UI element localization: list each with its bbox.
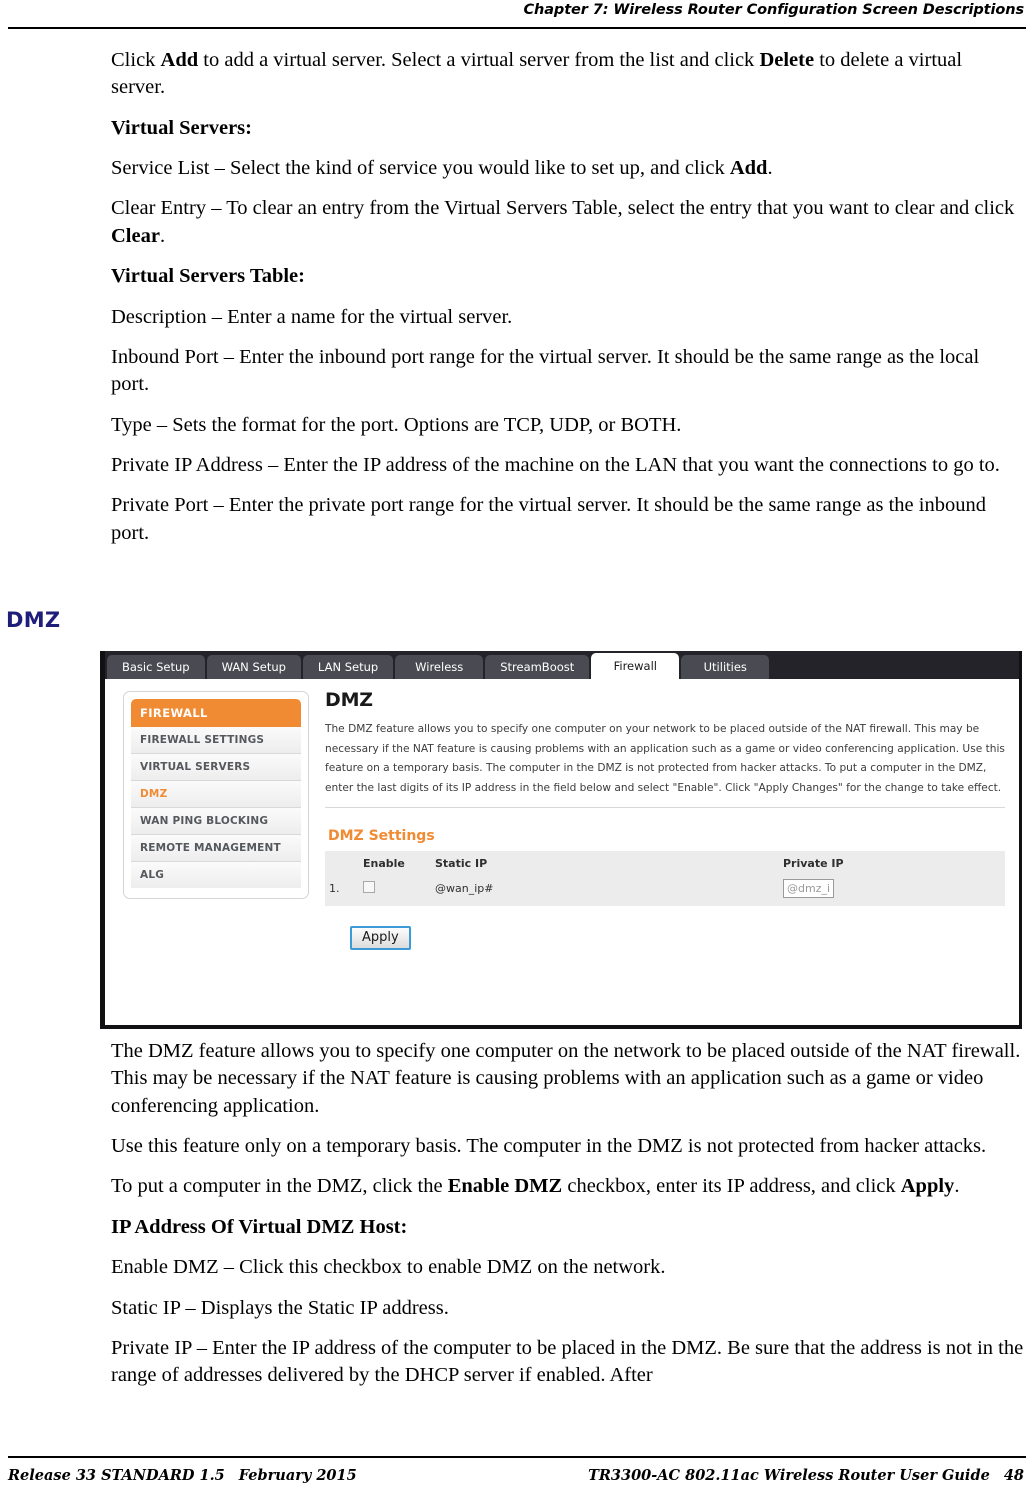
paragraph-type: Type – Sets the format for the port. Opt… bbox=[111, 413, 682, 436]
subheading-virtual-servers: Virtual Servers: bbox=[111, 116, 252, 139]
private-ip-input[interactable]: @dmz_i bbox=[783, 879, 835, 899]
column-header-enable: Enable bbox=[363, 857, 405, 871]
paragraph-private-ip-address: Private IP Address – Enter the IP addres… bbox=[111, 453, 1000, 476]
paragraph-private-port: Private Port – Enter the private port ra… bbox=[111, 494, 986, 544]
text-segment: Clear Entry – To clear an entry from the… bbox=[111, 197, 1015, 220]
chapter-title: Chapter 7: Wireless Router Configuration… bbox=[523, 2, 1024, 18]
enable-checkbox[interactable] bbox=[363, 881, 375, 894]
panel-description: The DMZ feature allows you to specify on… bbox=[325, 720, 1005, 809]
dmz-settings-table: Enable Static IP Private IP 1. @wan_ip# … bbox=[325, 851, 1005, 907]
subheading-virtual-servers-table: Virtual Servers Table: bbox=[111, 265, 305, 288]
footer-date: February 2015 bbox=[238, 1467, 357, 1484]
text-segment: . bbox=[159, 224, 166, 247]
router-main-panel: DMZ The DMZ feature allows you to specif… bbox=[309, 679, 1019, 1025]
page-header: Chapter 7: Wireless Router Configuration… bbox=[0, 0, 1032, 34]
paragraph-inbound-port: Inbound Port – Enter the inbound port ra… bbox=[111, 345, 980, 396]
footer-page-number: 48 bbox=[1003, 1467, 1024, 1484]
page-footer: Release 33 STANDARD 1.5 February 2015 TR3… bbox=[0, 1441, 1032, 1499]
router-tab-bar: Basic Setup WAN Setup LAN Setup Wireless… bbox=[105, 651, 1019, 679]
paragraph-private-ip: Private IP – Enter the IP address of the… bbox=[111, 1336, 1024, 1387]
text-segment: To put a computer in the DMZ, click the bbox=[111, 1175, 448, 1198]
bold-apply: Apply bbox=[900, 1175, 955, 1198]
router-body: FIREWALL FIREWALL SETTINGS VIRTUAL SERVE… bbox=[105, 679, 1019, 1025]
column-header-index bbox=[325, 851, 359, 875]
text-segment: to add a virtual server. Select a virtua… bbox=[198, 49, 760, 71]
paragraph-temporary-basis: Use this feature only on a temporary bas… bbox=[111, 1135, 987, 1158]
text-segment: . bbox=[954, 1175, 960, 1198]
bold-enable-dmz: Enable DMZ bbox=[447, 1175, 563, 1198]
sidebar-item-remote-management[interactable]: REMOTE MANAGEMENT bbox=[131, 835, 301, 862]
footer-right: TR3300-AC 802.11ac Wireless Router User … bbox=[588, 1467, 1024, 1484]
section-heading-dmz: DMZ bbox=[6, 608, 61, 632]
paragraph-click-add: Click Add to add a virtual server. Selec… bbox=[111, 47, 1021, 102]
private-ip-cell: @dmz_i bbox=[779, 875, 1005, 906]
paragraph-enable-dmz: Enable DMZ – Click this checkbox to enab… bbox=[111, 1256, 666, 1279]
column-header-private-ip: Private IP bbox=[783, 857, 844, 871]
panel-title-dmz: DMZ bbox=[325, 689, 373, 711]
tab-streamboost[interactable]: StreamBoost bbox=[485, 655, 590, 679]
router-sidebar: FIREWALL FIREWALL SETTINGS VIRTUAL SERVE… bbox=[123, 691, 309, 899]
apply-button[interactable]: Apply bbox=[350, 926, 411, 951]
sidebar-item-alg[interactable]: ALG bbox=[131, 862, 301, 888]
table-row: 1. @wan_ip# @dmz_i bbox=[325, 875, 1005, 906]
footer-guide-title: TR3300-AC 802.11ac Wireless Router User … bbox=[588, 1467, 990, 1484]
footer-rule bbox=[8, 1456, 1026, 1458]
row-index: 1. bbox=[329, 882, 340, 896]
bold-delete: Delete bbox=[759, 49, 815, 71]
tab-utilities[interactable]: Utilities bbox=[681, 655, 770, 679]
sidebar-item-firewall-settings[interactable]: FIREWALL SETTINGS bbox=[131, 727, 301, 754]
header-rule bbox=[8, 27, 1026, 29]
paragraph-service-list: Service List – Select the kind of servic… bbox=[111, 155, 1021, 182]
tab-wan-setup[interactable]: WAN Setup bbox=[206, 655, 301, 679]
apply-button-wrap: Apply bbox=[350, 926, 1005, 951]
bold-add: Add bbox=[729, 157, 768, 180]
text-segment: Service List – Select the kind of servic… bbox=[111, 157, 730, 180]
text-segment: Click bbox=[111, 49, 161, 71]
footer-release: Release 33 STANDARD 1.5 bbox=[8, 1467, 225, 1484]
table-header-row: Enable Static IP Private IP bbox=[325, 851, 1005, 875]
sidebar-item-dmz[interactable]: DMZ bbox=[131, 781, 301, 808]
footer-left: Release 33 STANDARD 1.5 February 2015 bbox=[8, 1467, 357, 1484]
body-content-upper: Click Add to add a virtual server. Selec… bbox=[111, 47, 1021, 560]
bold-clear: Clear bbox=[111, 224, 160, 247]
text-segment: checkbox, enter its IP address, and clic… bbox=[562, 1175, 901, 1198]
static-ip-value: @wan_ip# bbox=[435, 882, 494, 896]
paragraph-clear-entry: Clear Entry – To clear an entry from the… bbox=[111, 195, 1021, 250]
sidebar-header-firewall: FIREWALL bbox=[131, 699, 301, 727]
subheading-ip-address-of-virtual-dmz-host: IP Address Of Virtual DMZ Host: bbox=[111, 1215, 408, 1238]
tab-basic-setup[interactable]: Basic Setup bbox=[107, 655, 205, 679]
body-content-lower: The DMZ feature allows you to specify on… bbox=[111, 1038, 1031, 1403]
tab-firewall[interactable]: Firewall bbox=[591, 653, 680, 679]
paragraph-put-computer-in-dmz: To put a computer in the DMZ, click the … bbox=[111, 1173, 1031, 1200]
column-header-static-ip: Static IP bbox=[435, 857, 488, 871]
tab-lan-setup[interactable]: LAN Setup bbox=[302, 655, 394, 679]
tab-wireless[interactable]: Wireless bbox=[395, 655, 484, 679]
router-ui-screenshot: Basic Setup WAN Setup LAN Setup Wireless… bbox=[100, 651, 1022, 1029]
enable-checkbox-cell bbox=[359, 875, 431, 906]
sidebar-item-virtual-servers[interactable]: VIRTUAL SERVERS bbox=[131, 754, 301, 781]
dmz-settings-title: DMZ Settings bbox=[328, 828, 435, 845]
sidebar-item-wan-ping-blocking[interactable]: WAN PING BLOCKING bbox=[131, 808, 301, 835]
paragraph-dmz-feature: The DMZ feature allows you to specify on… bbox=[111, 1040, 1021, 1117]
paragraph-description: Description – Enter a name for the virtu… bbox=[111, 305, 513, 328]
bold-add: Add bbox=[160, 49, 199, 71]
text-segment: . bbox=[767, 157, 773, 180]
paragraph-static-ip: Static IP – Displays the Static IP addre… bbox=[111, 1296, 449, 1319]
